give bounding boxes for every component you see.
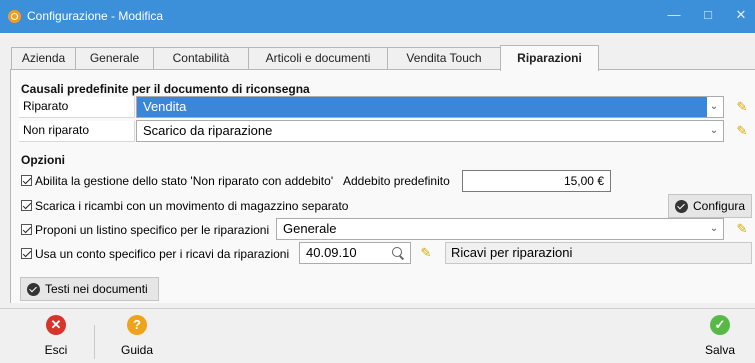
configura-button[interactable]: Configura xyxy=(668,194,752,218)
close-circle-icon: ✕ xyxy=(46,315,66,335)
conto-checkbox[interactable]: Usa un conto specifico per i ricavi da r… xyxy=(21,246,289,262)
chevron-down-icon: ⌄ xyxy=(709,101,719,112)
stato-non-riparato-label: Abilita la gestione dello stato 'Non rip… xyxy=(35,174,334,188)
configura-label: Configura xyxy=(693,199,746,213)
non-riparato-label: Non riparato xyxy=(19,121,135,142)
chevron-down-icon: ⌄ xyxy=(709,223,719,234)
salva-label: Salva xyxy=(704,343,736,357)
pencil-icon[interactable]: ✎ xyxy=(416,243,436,263)
listino-select[interactable]: Generale ⌄ xyxy=(276,218,724,240)
non-riparato-select[interactable]: Scarico da riparazione ⌄ xyxy=(136,120,724,142)
checkbox-checked-icon xyxy=(21,200,32,211)
chevron-down-icon: ⌄ xyxy=(709,125,719,136)
checkbox-checked-icon xyxy=(21,248,32,259)
conto-label: Usa un conto specifico per i ricavi da r… xyxy=(35,247,290,261)
guida-label: Guida xyxy=(120,343,154,357)
addebito-field[interactable]: 15,00 € xyxy=(462,170,611,192)
help-icon: ? xyxy=(127,315,147,335)
scarica-ricambi-label: Scarica i ricambi con un movimento di ma… xyxy=(35,199,349,213)
esci-button[interactable]: ✕ Esci xyxy=(26,315,86,361)
addebito-label: Addebito predefinito xyxy=(343,174,450,188)
tab-contabilita[interactable]: Contabilità xyxy=(153,47,249,70)
dialog-body: Azienda Generale Contabilità Articoli e … xyxy=(0,33,755,363)
listino-value: Generale xyxy=(283,221,337,236)
riparato-value: Vendita xyxy=(137,97,707,117)
check-circle-icon: ✓ xyxy=(710,315,730,335)
riparato-label: Riparato xyxy=(19,97,135,118)
scarica-ricambi-checkbox[interactable]: Scarica i ricambi con un movimento di ma… xyxy=(21,198,348,214)
pencil-icon[interactable]: ✎ xyxy=(732,97,752,117)
window-title: Configurazione - Modifica xyxy=(27,9,164,23)
check-circle-icon xyxy=(675,200,688,213)
conto-description: Ricavi per riparazioni xyxy=(445,242,752,264)
footer-divider xyxy=(94,325,95,359)
riparazioni-panel: Causali predefinite per il documento di … xyxy=(10,69,755,303)
title-bar: Configurazione - Modifica — □ ✕ xyxy=(0,0,755,33)
tab-riparazioni[interactable]: Riparazioni xyxy=(500,45,599,71)
esci-label: Esci xyxy=(44,343,68,357)
salva-button[interactable]: ✓ Salva xyxy=(690,315,750,361)
guida-button[interactable]: ? Guida xyxy=(107,315,167,361)
stato-non-riparato-checkbox[interactable]: Abilita la gestione dello stato 'Non rip… xyxy=(21,173,333,189)
checkbox-checked-icon xyxy=(21,224,32,235)
tab-generale[interactable]: Generale xyxy=(75,47,154,70)
tab-azienda[interactable]: Azienda xyxy=(11,47,76,70)
tab-articoli-e-documenti[interactable]: Articoli e documenti xyxy=(248,47,388,70)
app-icon xyxy=(8,10,21,23)
footer-toolbar: ✕ Esci ? Guida ✓ Salva xyxy=(0,308,755,363)
non-riparato-value: Scarico da riparazione xyxy=(143,123,273,138)
minimize-button[interactable]: — xyxy=(664,7,684,22)
riparato-select[interactable]: Vendita ⌄ xyxy=(136,96,724,118)
testi-nei-documenti-label: Testi nei documenti xyxy=(45,282,148,296)
listino-label: Proponi un listino specifico per le ripa… xyxy=(35,223,270,237)
conto-code-value: 40.09.10 xyxy=(306,245,357,260)
opzioni-heading: Opzioni xyxy=(21,153,65,167)
testi-nei-documenti-button[interactable]: Testi nei documenti xyxy=(20,277,159,301)
causali-heading: Causali predefinite per il documento di … xyxy=(21,82,310,96)
search-icon[interactable] xyxy=(390,245,406,261)
pencil-icon[interactable]: ✎ xyxy=(732,219,752,239)
tab-vendita-touch[interactable]: Vendita Touch xyxy=(387,47,501,70)
check-circle-icon xyxy=(27,283,40,296)
maximize-button[interactable]: □ xyxy=(698,7,718,22)
listino-checkbox[interactable]: Proponi un listino specifico per le ripa… xyxy=(21,222,269,238)
pencil-icon[interactable]: ✎ xyxy=(732,121,752,141)
checkbox-checked-icon xyxy=(21,175,32,186)
close-button[interactable]: ✕ xyxy=(731,7,751,23)
